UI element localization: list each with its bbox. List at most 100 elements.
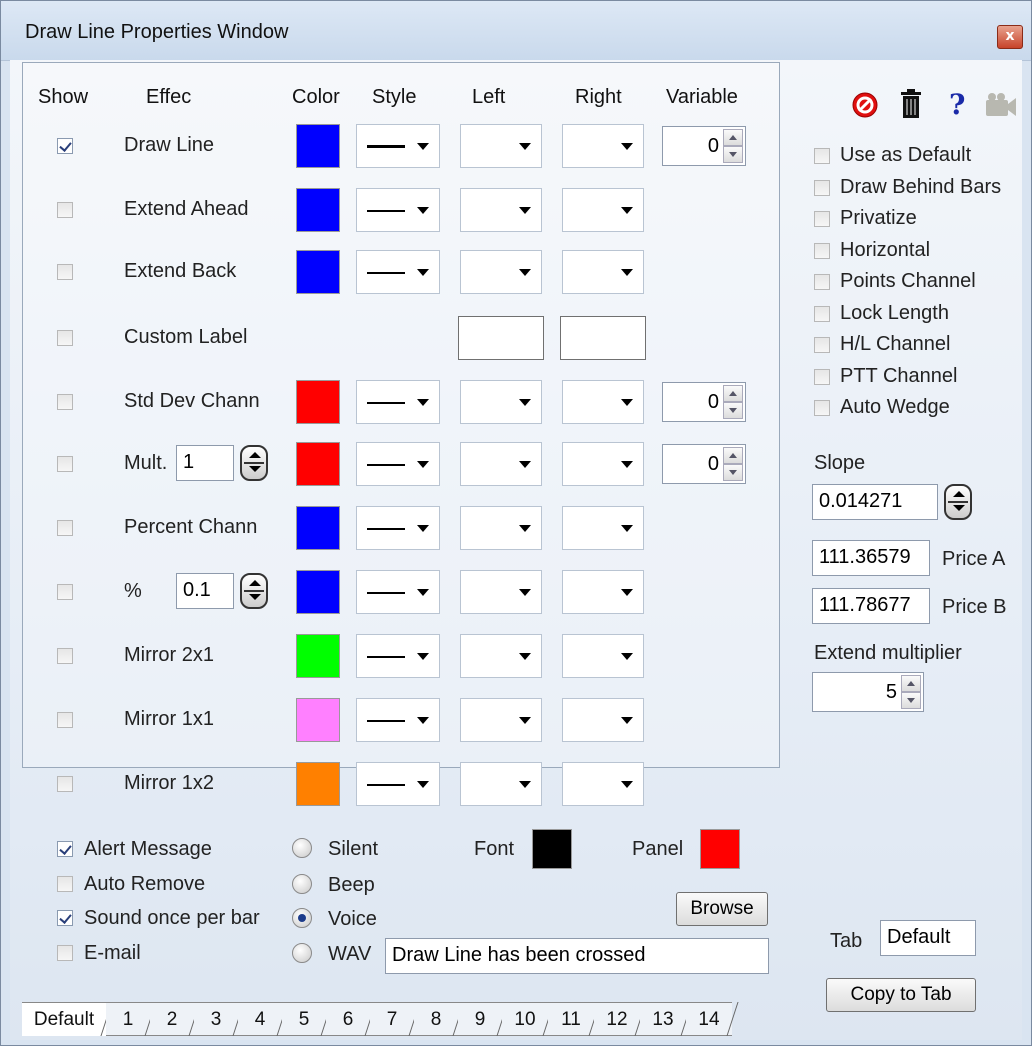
slope-field[interactable]: 0.014271: [812, 484, 938, 520]
price-a-field[interactable]: 111.36579: [812, 540, 930, 576]
row-right-dropdown[interactable]: [562, 124, 644, 168]
option-checkbox[interactable]: [814, 305, 830, 322]
row-style-dropdown[interactable]: [356, 380, 440, 424]
tab-8[interactable]: 8: [414, 1002, 458, 1036]
browse-button[interactable]: Browse: [676, 892, 768, 926]
option-checkbox[interactable]: [814, 242, 830, 259]
row-show-checkbox[interactable]: [57, 330, 73, 346]
row-left-dropdown[interactable]: [460, 188, 542, 232]
row-left-dropdown[interactable]: [460, 442, 542, 486]
tab-7[interactable]: 7: [370, 1002, 414, 1036]
row-style-dropdown[interactable]: [356, 570, 440, 614]
row-style-dropdown[interactable]: [356, 188, 440, 232]
spin-up-icon[interactable]: [723, 129, 743, 146]
row-color-swatch[interactable]: [296, 188, 340, 232]
row-variable-spinner[interactable]: 0: [662, 126, 746, 166]
row-color-swatch[interactable]: [296, 698, 340, 742]
row-color-swatch[interactable]: [296, 380, 340, 424]
sound-once-checkbox[interactable]: [57, 910, 73, 926]
tab-4[interactable]: 4: [238, 1002, 282, 1036]
row-left-dropdown[interactable]: [460, 634, 542, 678]
row-left-dropdown[interactable]: [460, 506, 542, 550]
row-show-checkbox[interactable]: [57, 648, 73, 664]
tab-11[interactable]: 11: [548, 1002, 594, 1036]
row-color-swatch[interactable]: [296, 506, 340, 550]
tab-12[interactable]: 12: [594, 1002, 640, 1036]
row-color-swatch[interactable]: [296, 634, 340, 678]
wav-radio[interactable]: [292, 943, 312, 963]
row-show-checkbox[interactable]: [57, 394, 73, 410]
row-color-swatch[interactable]: [296, 762, 340, 806]
silent-radio[interactable]: [292, 838, 312, 858]
row-show-checkbox[interactable]: [57, 264, 73, 280]
option-checkbox[interactable]: [814, 400, 830, 416]
custom-label-right-field[interactable]: [560, 316, 646, 360]
custom-label-left-field[interactable]: [458, 316, 544, 360]
help-icon[interactable]: ?: [946, 88, 968, 120]
row-right-dropdown[interactable]: [562, 442, 644, 486]
row-left-dropdown[interactable]: [460, 380, 542, 424]
row-right-dropdown[interactable]: [562, 762, 644, 806]
close-button[interactable]: x: [997, 25, 1023, 49]
option-checkbox[interactable]: [814, 274, 830, 290]
row-show-checkbox[interactable]: [57, 456, 73, 472]
extend-multiplier-spinner[interactable]: 5: [812, 672, 924, 712]
row-value-field[interactable]: 1: [176, 445, 234, 481]
row-show-checkbox[interactable]: [57, 712, 73, 728]
row-color-swatch[interactable]: [296, 124, 340, 168]
spin-up-icon[interactable]: [723, 447, 743, 464]
option-checkbox[interactable]: [814, 148, 830, 164]
row-right-dropdown[interactable]: [562, 250, 644, 294]
row-show-checkbox[interactable]: [57, 138, 73, 154]
spin-up-icon[interactable]: [723, 385, 743, 402]
row-color-swatch[interactable]: [296, 442, 340, 486]
tab-5[interactable]: 5: [282, 1002, 326, 1036]
tab-1[interactable]: 1: [106, 1002, 150, 1036]
row-color-swatch[interactable]: [296, 570, 340, 614]
row-style-dropdown[interactable]: [356, 124, 440, 168]
row-show-checkbox[interactable]: [57, 584, 73, 600]
row-left-dropdown[interactable]: [460, 570, 542, 614]
row-value-spinner[interactable]: [240, 573, 268, 609]
row-show-checkbox[interactable]: [57, 202, 73, 218]
tab-name-field[interactable]: Default: [880, 920, 976, 956]
row-show-checkbox[interactable]: [57, 520, 73, 536]
row-show-checkbox[interactable]: [57, 776, 73, 792]
option-checkbox[interactable]: [814, 179, 830, 196]
row-right-dropdown[interactable]: [562, 634, 644, 678]
tab-9[interactable]: 9: [458, 1002, 502, 1036]
price-b-field[interactable]: 111.78677: [812, 588, 930, 624]
copy-to-tab-button[interactable]: Copy to Tab: [826, 978, 976, 1012]
row-style-dropdown[interactable]: [356, 250, 440, 294]
row-left-dropdown[interactable]: [460, 124, 542, 168]
tab-13[interactable]: 13: [640, 1002, 686, 1036]
row-variable-spinner[interactable]: 0: [662, 382, 746, 422]
tab-3[interactable]: 3: [194, 1002, 238, 1036]
panel-color-swatch[interactable]: [700, 829, 740, 869]
spin-up-icon[interactable]: [901, 675, 921, 692]
row-right-dropdown[interactable]: [562, 570, 644, 614]
row-right-dropdown[interactable]: [562, 698, 644, 742]
row-style-dropdown[interactable]: [356, 698, 440, 742]
spin-down-icon[interactable]: [723, 402, 743, 419]
wav-text-field[interactable]: Draw Line has been crossed: [385, 938, 769, 974]
option-checkbox[interactable]: [814, 211, 830, 227]
email-checkbox[interactable]: [57, 945, 73, 961]
row-left-dropdown[interactable]: [460, 250, 542, 294]
tab-6[interactable]: 6: [326, 1002, 370, 1036]
voice-radio[interactable]: [292, 908, 312, 928]
slope-spinner[interactable]: [944, 484, 972, 520]
row-style-dropdown[interactable]: [356, 762, 440, 806]
option-checkbox[interactable]: [814, 368, 830, 385]
font-color-swatch[interactable]: [532, 829, 572, 869]
row-left-dropdown[interactable]: [460, 762, 542, 806]
row-left-dropdown[interactable]: [460, 698, 542, 742]
camera-icon[interactable]: [984, 92, 1018, 118]
tab-10[interactable]: 10: [502, 1002, 548, 1036]
row-value-field[interactable]: 0.1: [176, 573, 234, 609]
row-style-dropdown[interactable]: [356, 634, 440, 678]
cancel-icon[interactable]: [850, 90, 880, 120]
row-right-dropdown[interactable]: [562, 188, 644, 232]
row-variable-spinner[interactable]: 0: [662, 444, 746, 484]
beep-radio[interactable]: [292, 874, 312, 894]
